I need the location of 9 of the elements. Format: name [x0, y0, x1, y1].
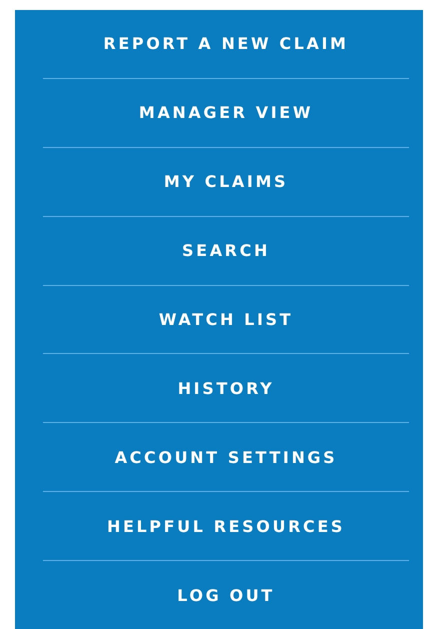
- menu-item[interactable]: MY CLAIMS: [43, 148, 409, 217]
- menu-item[interactable]: HELPFUL RESOURCES: [43, 492, 409, 562]
- menu-item[interactable]: WATCH LIST: [43, 286, 409, 354]
- menu-item[interactable]: HISTORY: [43, 354, 409, 424]
- menu-item[interactable]: REPORT A NEW CLAIM: [43, 10, 409, 79]
- menu-item[interactable]: SEARCH: [43, 216, 409, 286]
- menu-item[interactable]: LOG OUT: [43, 561, 409, 629]
- menu-item[interactable]: MANAGER VIEW: [43, 78, 409, 148]
- menu-item[interactable]: ACCOUNT SETTINGS: [43, 423, 409, 492]
